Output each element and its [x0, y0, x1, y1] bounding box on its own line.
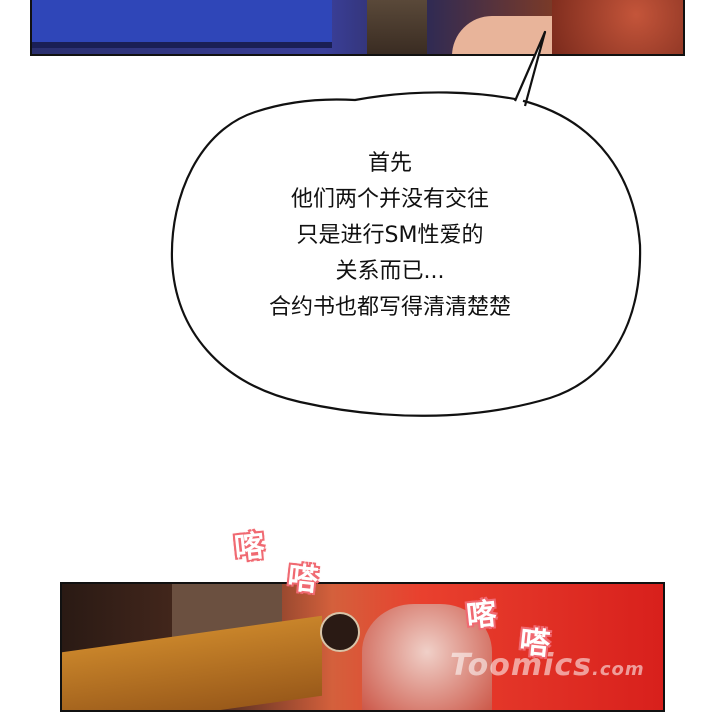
- bottom-comic-panel: [60, 582, 665, 712]
- sound-effect: 喀: [464, 596, 499, 635]
- sound-effect: 嗒: [285, 560, 320, 599]
- speech-bubble-text: 首先 他们两个并没有交往 只是进行SM性爱的 关系而已... 合约书也都写得清清…: [200, 146, 580, 326]
- watermark-text: Toomics: [450, 648, 592, 683]
- watermark-suffix: .com: [592, 659, 645, 680]
- speech-line: 合约书也都写得清清楚楚: [268, 295, 511, 320]
- speech-line: 只是进行SM性爱的: [296, 223, 484, 248]
- coffee-logo: [320, 612, 360, 652]
- sound-effect: 喀: [232, 528, 267, 567]
- speech-line: 首先: [367, 151, 412, 176]
- computer-monitor: [32, 0, 332, 48]
- character-hair: [552, 0, 683, 54]
- top-comic-panel: [30, 0, 685, 56]
- site-watermark: Toomics.com: [450, 648, 645, 683]
- speech-line: 关系而已...: [335, 259, 445, 284]
- speech-line: 他们两个并没有交往: [290, 187, 489, 212]
- pen-cup: [367, 0, 427, 54]
